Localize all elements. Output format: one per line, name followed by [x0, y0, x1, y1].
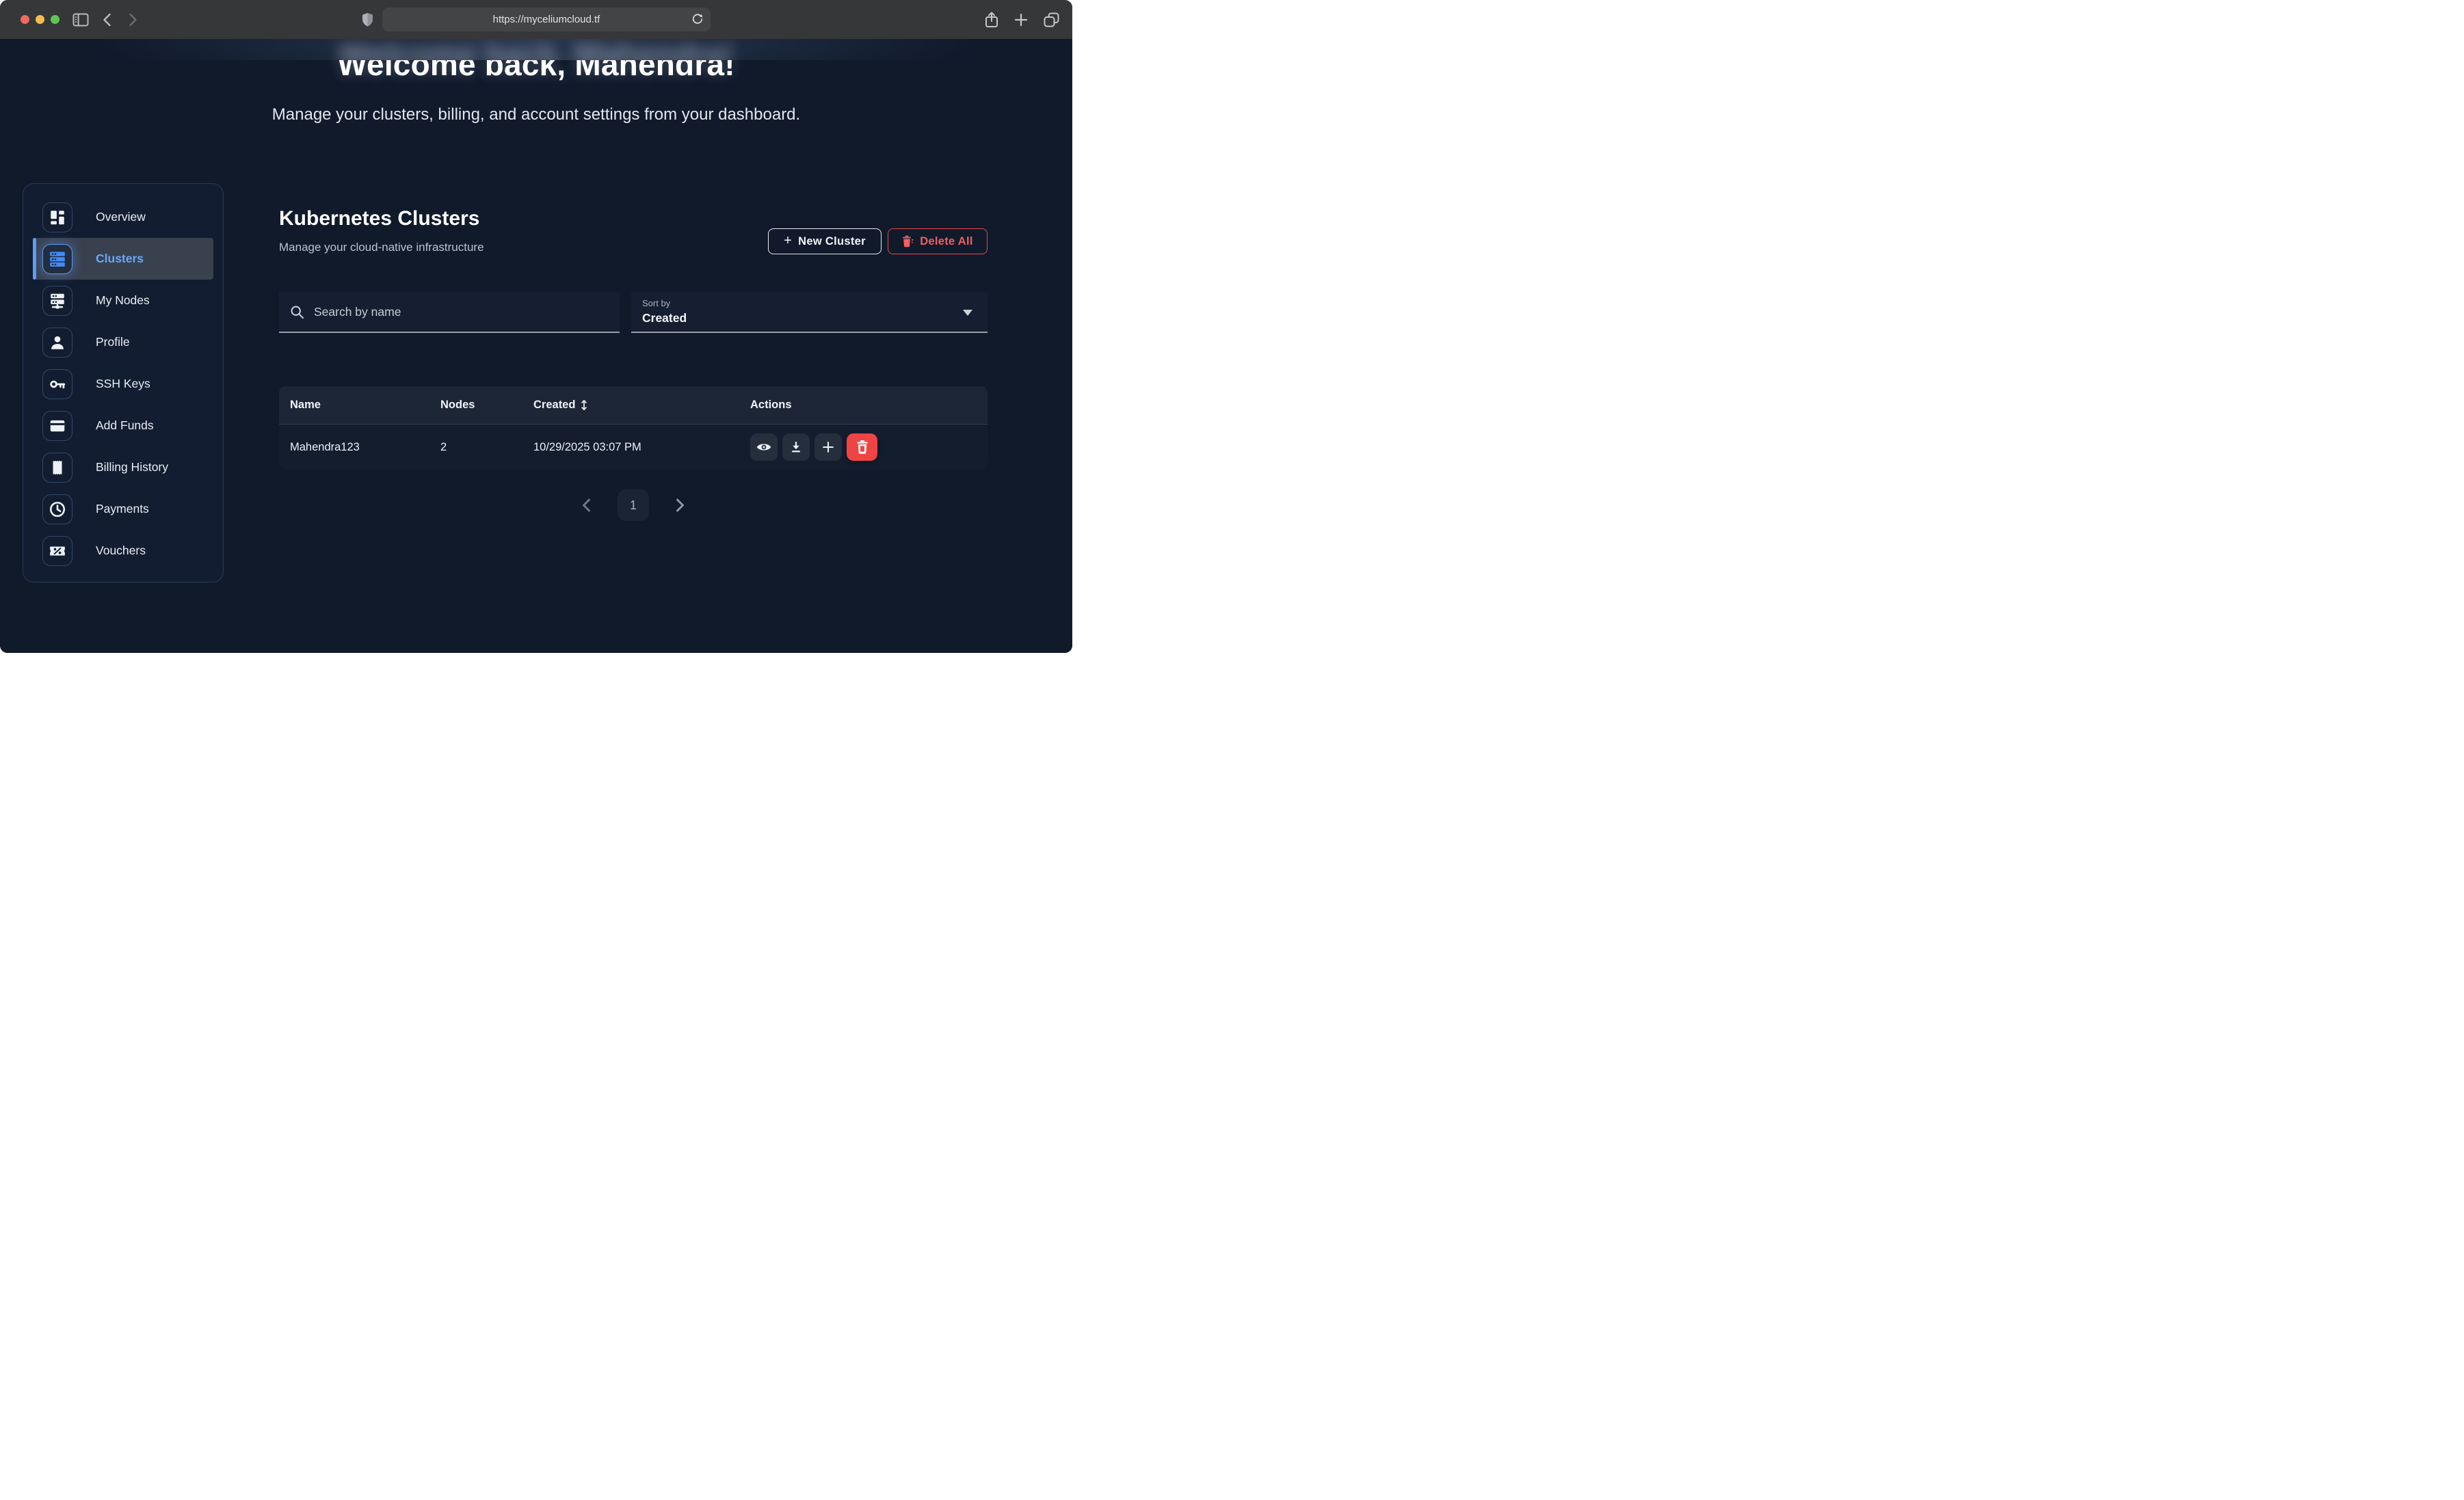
hero-glow: Welcome back, Mahendra!	[0, 39, 1072, 60]
column-header-nodes: Nodes	[429, 399, 522, 412]
forward-icon[interactable]	[129, 13, 137, 27]
new-cluster-button[interactable]: + New Cluster	[768, 228, 882, 254]
section-subtitle: Manage your cloud-native infrastructure	[279, 241, 484, 254]
share-icon[interactable]	[984, 11, 999, 29]
chevron-down-icon	[963, 310, 972, 316]
sidebar-item-vouchers[interactable]: Vouchers	[33, 530, 213, 572]
sidebar-item-my-nodes[interactable]: My Nodes	[33, 280, 213, 321]
shield-icon[interactable]	[362, 12, 373, 27]
table-header-row: Name Nodes Created Actions	[279, 386, 988, 424]
sidebar-item-profile[interactable]: Profile	[33, 321, 213, 363]
sidebar-item-payments[interactable]: Payments	[33, 488, 213, 530]
ticket-icon	[42, 536, 72, 566]
sort-value: Created	[642, 311, 977, 325]
search-input[interactable]	[313, 304, 620, 320]
page-subtitle: Manage your clusters, billing, and accou…	[0, 105, 1072, 124]
sidebar-item-add-funds[interactable]: Add Funds	[33, 405, 213, 446]
close-window-button[interactable]	[21, 15, 29, 24]
plus-icon	[821, 440, 836, 455]
dashboard-page: Welcome back, Mahendra! Welcome back, Ma…	[0, 39, 1072, 653]
reload-icon[interactable]	[691, 12, 704, 29]
tabs-overview-icon[interactable]	[1043, 12, 1060, 28]
clusters-icon	[42, 244, 72, 274]
section-title: Kubernetes Clusters	[279, 207, 479, 230]
sidebar-item-billing-history[interactable]: Billing History	[33, 446, 213, 488]
active-indicator-bar	[33, 238, 36, 280]
cluster-name-cell: Mahendra123	[279, 441, 429, 454]
profile-icon	[42, 327, 72, 358]
add-node-button[interactable]	[814, 433, 842, 461]
previous-page-button[interactable]	[581, 498, 592, 513]
page-title: Welcome back, Mahendra!	[0, 60, 1072, 83]
nodes-icon	[42, 286, 72, 316]
clock-icon	[42, 494, 72, 524]
next-page-button[interactable]	[675, 498, 686, 513]
receipt-icon	[42, 453, 72, 483]
cluster-nodes-cell: 2	[429, 441, 522, 454]
sidebar: Overview Clusters	[23, 183, 224, 582]
row-actions	[739, 433, 988, 461]
card-icon	[42, 411, 72, 441]
clusters-table: Name Nodes Created Actions Mahendra123 2…	[279, 386, 988, 470]
table-row: Mahendra123 2 10/29/2025 03:07 PM	[279, 424, 988, 470]
download-kubeconfig-button[interactable]	[782, 433, 810, 461]
delete-cluster-button[interactable]	[847, 433, 877, 461]
key-icon	[42, 369, 72, 399]
cluster-created-cell: 10/29/2025 03:07 PM	[522, 441, 739, 454]
column-header-created[interactable]: Created	[522, 399, 739, 412]
address-bar[interactable]: https://myceliumcloud.tf	[382, 8, 711, 31]
sort-dropdown[interactable]: Sort by Created	[631, 292, 988, 333]
minimize-window-button[interactable]	[36, 15, 44, 24]
trash-icon	[902, 235, 914, 247]
view-cluster-button[interactable]	[750, 433, 778, 461]
column-header-actions: Actions	[739, 399, 988, 412]
search-icon	[290, 305, 304, 319]
sidebar-item-overview[interactable]: Overview	[33, 196, 213, 238]
sort-label: Sort by	[642, 298, 977, 308]
sidebar-item-clusters[interactable]: Clusters	[33, 238, 213, 280]
dashboard-icon	[42, 202, 72, 232]
zoom-window-button[interactable]	[51, 15, 59, 24]
pagination: 1	[279, 489, 988, 522]
search-box	[279, 292, 620, 333]
sort-updown-icon	[580, 399, 588, 411]
back-icon[interactable]	[103, 13, 111, 27]
page-number-button[interactable]: 1	[618, 490, 649, 521]
new-tab-icon[interactable]	[1014, 12, 1029, 27]
plus-icon: +	[784, 233, 792, 249]
trash-icon	[856, 440, 869, 455]
address-bar-url: https://myceliumcloud.tf	[493, 14, 600, 25]
delete-all-button[interactable]: Delete All	[888, 228, 988, 254]
download-icon	[789, 440, 804, 455]
column-header-name: Name	[279, 399, 429, 412]
browser-window: https://myceliumcloud.tf Welcome back, M…	[0, 0, 1072, 653]
eye-icon	[756, 439, 772, 455]
sidebar-item-ssh-keys[interactable]: SSH Keys	[33, 363, 213, 405]
browser-toolbar: https://myceliumcloud.tf	[0, 0, 1072, 40]
sidebar-toggle-icon[interactable]	[72, 13, 89, 27]
